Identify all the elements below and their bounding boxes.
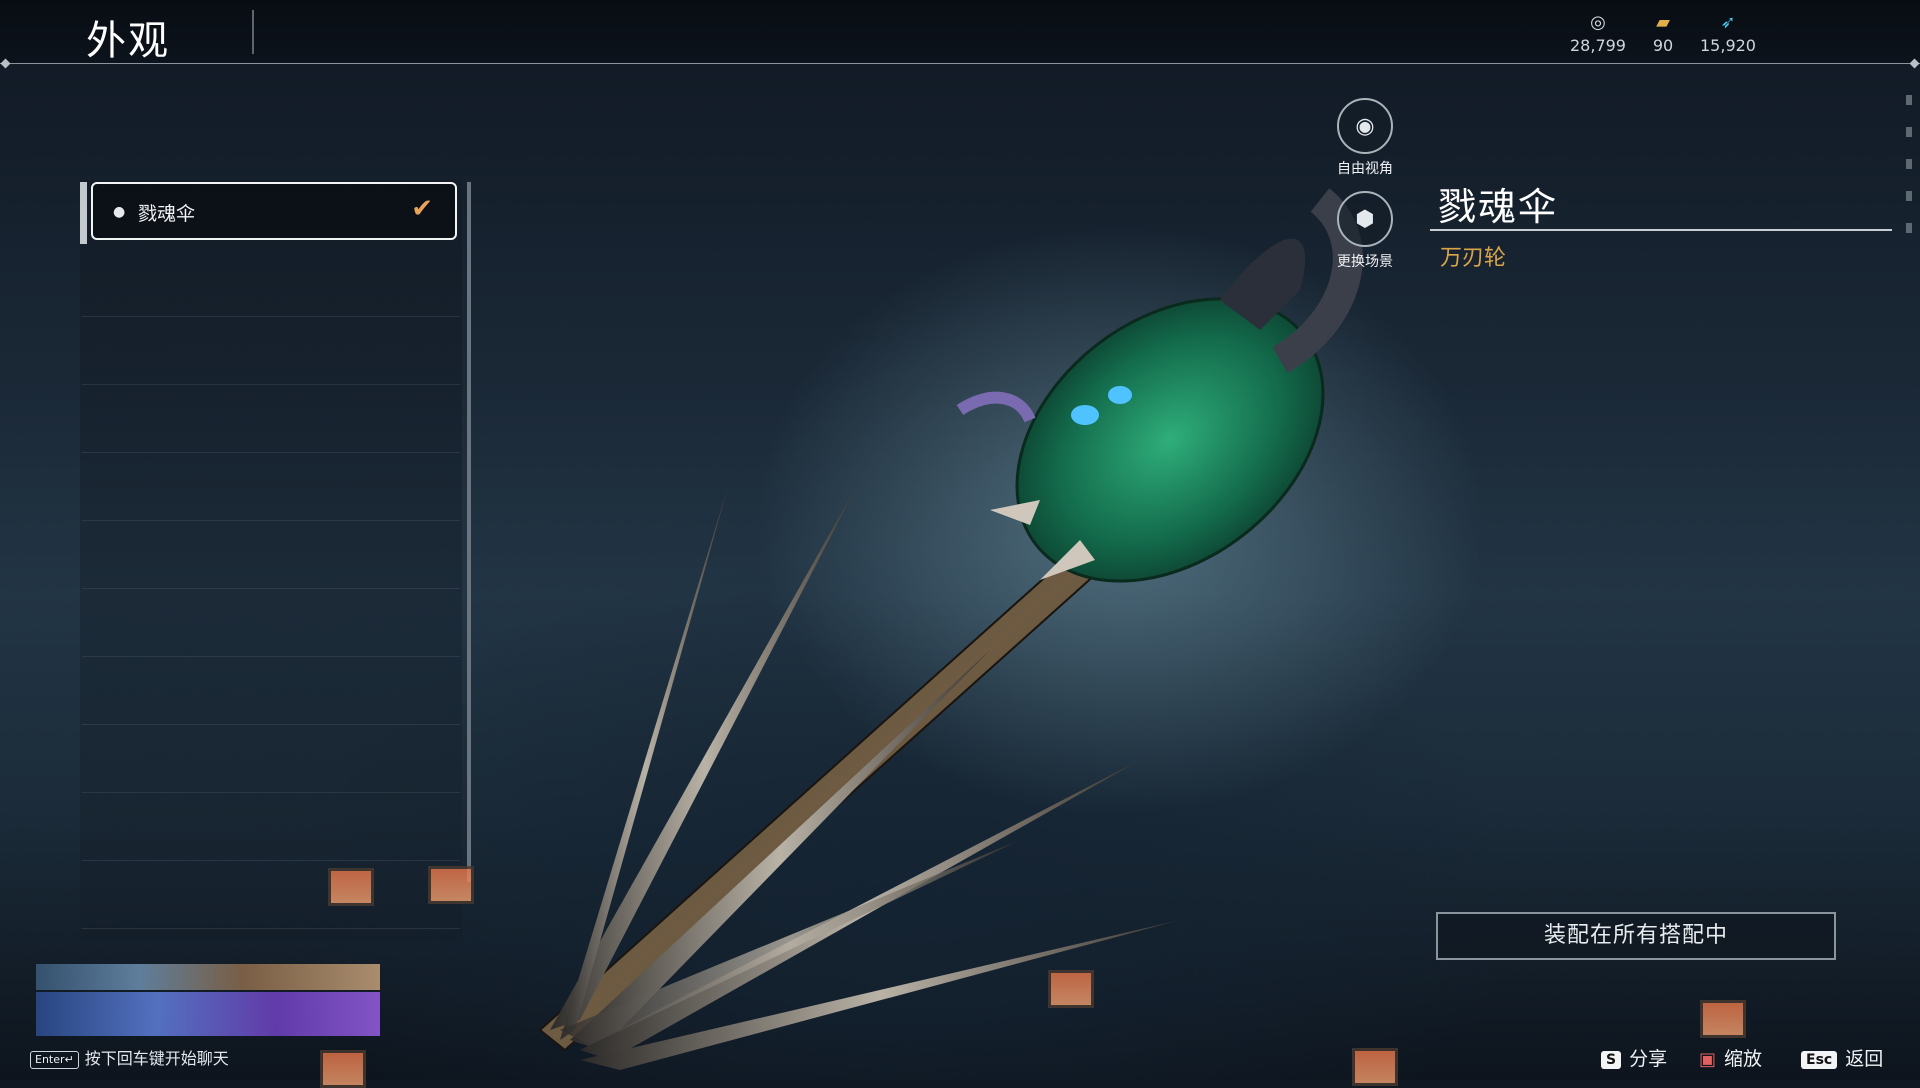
cube-icon: ⬢: [1337, 191, 1393, 247]
lantern-decoration: [1700, 1000, 1746, 1038]
list-empty-row: [82, 726, 460, 793]
free-view-label: 自由视角: [1337, 161, 1393, 177]
mouse-wheel-icon: ▣: [1699, 1049, 1717, 1070]
back-hotkey[interactable]: Esc 返回: [1801, 1044, 1883, 1071]
list-empty-row: [82, 250, 460, 317]
list-item-selected[interactable]: ● 戮魂伞 ✔: [91, 182, 457, 240]
equip-all-outfits-button[interactable]: 装配在所有搭配中: [1436, 912, 1836, 960]
back-label: 返回: [1845, 1048, 1884, 1070]
selection-edge-marker: [80, 182, 87, 244]
item-name-underline: [1430, 229, 1892, 231]
lantern-decoration: [1352, 1048, 1398, 1086]
chat-message-redacted: [36, 992, 380, 1036]
esc-key-icon: Esc: [1801, 1050, 1838, 1069]
currency-feathers: ➶ 15,920: [1688, 12, 1768, 55]
page-title: 外观: [86, 18, 170, 64]
chat-hint-text: 按下回车键开始聊天: [84, 1049, 229, 1068]
list-scrollbar[interactable]: [467, 182, 471, 882]
change-scene-label: 更换场景: [1337, 254, 1393, 270]
currency-value: 15,920: [1700, 36, 1756, 55]
list-empty-row: [82, 386, 460, 453]
lantern-decoration: [320, 1050, 366, 1088]
chat-input-hint[interactable]: Enter↵ 按下回车键开始聊天: [30, 1045, 229, 1069]
free-view-button[interactable]: ◉ 自由视角: [1315, 98, 1415, 178]
item-name: 戮魂伞: [1438, 185, 1559, 229]
feather-icon: ➶: [1720, 12, 1736, 33]
lantern-decoration: [428, 866, 474, 904]
list-empty-row: [82, 522, 460, 589]
top-divider: [0, 63, 1920, 64]
chat-message-redacted: [36, 964, 380, 990]
checkmark-icon: ✔: [411, 194, 433, 224]
camera-icon: ◉: [1337, 98, 1393, 154]
enter-key-icon: Enter↵: [30, 1050, 79, 1069]
droplet-icon: ●: [113, 204, 126, 220]
list-empty-row: [82, 658, 460, 725]
share-hotkey[interactable]: S 分享: [1601, 1044, 1667, 1071]
list-item-label: 戮魂伞: [138, 203, 196, 225]
right-scroll-indicator[interactable]: [1906, 95, 1912, 280]
lantern-decoration: [328, 868, 374, 906]
s-key-icon: S: [1601, 1050, 1622, 1069]
list-empty-row: [82, 862, 460, 929]
list-empty-row: [82, 454, 460, 521]
item-subtitle: 万刃轮: [1440, 246, 1507, 271]
zoom-hotkey[interactable]: ▣ 缩放: [1699, 1044, 1762, 1071]
list-empty-row: [82, 590, 460, 657]
list-empty-row: [82, 318, 460, 385]
share-label: 分享: [1629, 1048, 1668, 1070]
title-separator: [252, 10, 254, 54]
list-empty-row: [82, 794, 460, 861]
change-scene-button[interactable]: ⬢ 更换场景: [1315, 191, 1415, 271]
zoom-label: 缩放: [1724, 1048, 1763, 1070]
lantern-decoration: [1048, 970, 1094, 1008]
